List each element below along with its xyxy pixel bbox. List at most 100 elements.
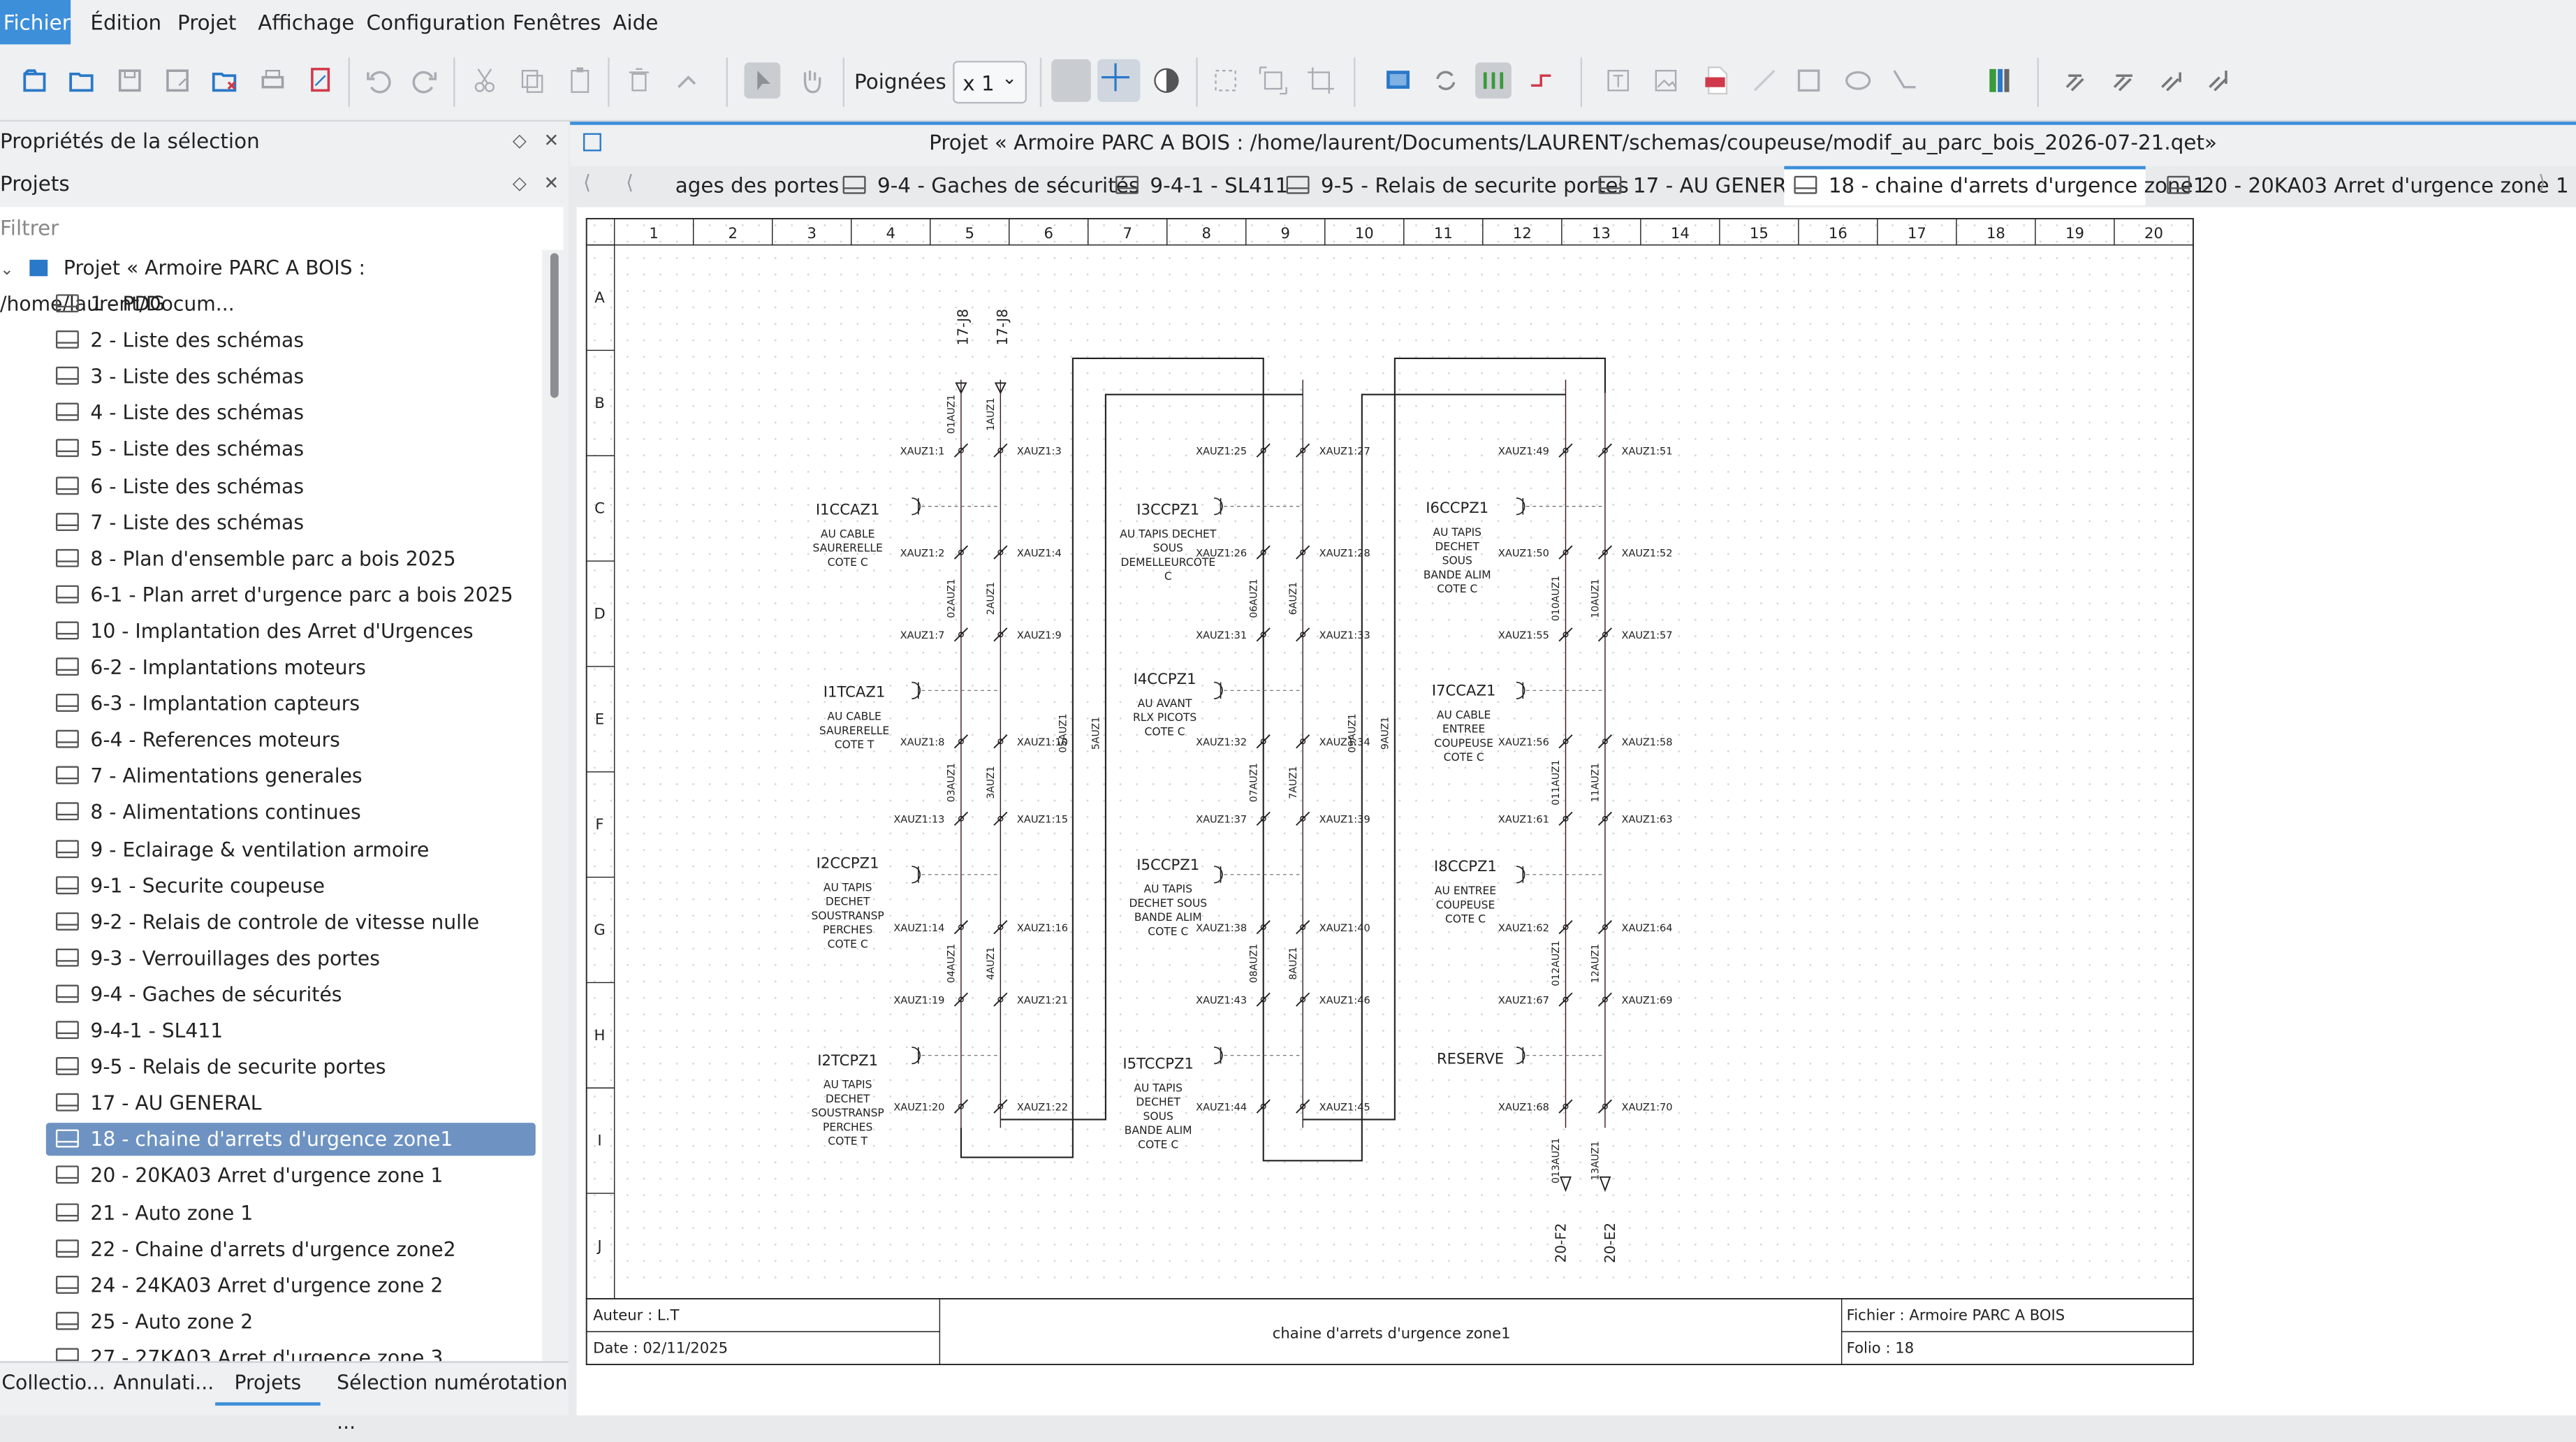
add-polygon-icon[interactable] — [1886, 62, 1922, 99]
select-mode-icon[interactable] — [744, 62, 781, 99]
filter-input[interactable]: Filtrer — [0, 207, 564, 250]
tab-selection-numerotation[interactable]: Sélection numérotation ... — [337, 1363, 569, 1433]
menu-aide[interactable]: Aide — [613, 0, 658, 45]
delete-icon[interactable] — [621, 62, 657, 99]
tree-folio-item[interactable]: 9-3 - Verrouillages des portes — [46, 942, 536, 975]
tree-folio-item[interactable]: 22 - Chaine d'arrets d'urgence zone2 — [46, 1232, 536, 1265]
menu-edition[interactable]: Édition — [90, 0, 161, 45]
tab-folio[interactable]: 9-4 - Gaches de sécurités — [833, 166, 1139, 205]
handles-select[interactable]: x 1 ⌄ — [953, 61, 1027, 104]
tree-project-root[interactable]: ⌄ Projet « Armoire PARC A BOIS : /home/l… — [0, 252, 542, 316]
tree-folio-item[interactable]: 2 - Liste des schémas — [46, 324, 536, 357]
add-image-icon[interactable] — [1648, 62, 1684, 99]
tree-folio-item[interactable]: 6-4 - References moteurs — [46, 724, 536, 757]
copy-icon[interactable] — [514, 62, 550, 99]
add-line-icon[interactable] — [1746, 62, 1783, 99]
tree-folio-item[interactable]: 9 - Eclairage & ventilation armoire — [46, 833, 536, 866]
terminal-strip-icon[interactable] — [1475, 62, 1512, 99]
menu-affichage[interactable]: Affichage — [258, 0, 354, 45]
align-4-icon[interactable] — [2202, 62, 2238, 99]
tab-scroll-left-icon[interactable]: ⟨ — [583, 171, 591, 194]
grid-toggle-icon[interactable] — [1051, 59, 1091, 102]
tree-folio-item[interactable]: 21 - Auto zone 1 — [46, 1196, 536, 1229]
contrast-icon[interactable] — [1148, 62, 1185, 99]
export-pdf-icon[interactable] — [302, 62, 339, 99]
tree-folio-item[interactable]: 9-2 - Relais de controle de vitesse null… — [46, 905, 536, 938]
conductor-icon[interactable] — [1523, 62, 1559, 99]
zoom-fit-icon[interactable] — [1255, 62, 1291, 99]
tab-folio[interactable]: 17 - AU GENERAL — [1588, 166, 1811, 205]
tree-folio-item[interactable]: 20 - 20KA03 Arret d'urgence zone 1 — [46, 1160, 536, 1193]
tree-folio-item[interactable]: 6-3 - Implantation capteurs — [46, 687, 536, 720]
schematic-svg[interactable]: 1 2 3 4 5 6 7 8 9 10 11 12 13 14 15 16 17 18 19 20ABCDEFGHI… — [577, 207, 2576, 1415]
save-icon[interactable] — [112, 62, 148, 99]
tab-folio[interactable]: 9-4-1 - SL411 — [1106, 166, 1288, 205]
close-icon[interactable]: ✕ — [544, 122, 559, 161]
rotate-icon[interactable] — [668, 62, 705, 99]
tree-folio-item[interactable]: 9-1 - Securite coupeuse — [46, 869, 536, 902]
scrollbar-thumb[interactable] — [550, 253, 559, 398]
new-project-icon[interactable] — [17, 62, 53, 99]
tab-collections[interactable]: Collectio... — [1, 1363, 105, 1402]
tree-folio-item[interactable]: 1 - PDG — [46, 288, 536, 321]
tab-folio[interactable]: ages des portes — [675, 166, 840, 205]
tree-folio-item[interactable]: 4 - Liste des schémas — [46, 397, 536, 430]
cut-icon[interactable] — [467, 62, 503, 99]
menu-projet[interactable]: Projet — [177, 0, 236, 45]
tab-annulation[interactable]: Annulati... — [113, 1363, 214, 1402]
tab-folio[interactable]: 9-5 - Relais de securite portes — [1277, 166, 1629, 205]
tree-folio-item[interactable]: 6-1 - Plan arret d'urgence parc a bois 2… — [46, 578, 536, 611]
tab-folio-active[interactable]: 18 - chaine d'arrets d'urgence zone1 — [1784, 166, 2206, 206]
add-ellipse-icon[interactable] — [1840, 62, 1876, 99]
close-project-icon[interactable] — [207, 62, 243, 99]
save-as-icon[interactable] — [159, 62, 196, 99]
zoom-select-icon[interactable] — [1208, 62, 1244, 99]
align-1-icon[interactable] — [2058, 62, 2095, 99]
tree-folio-item[interactable]: 8 - Alimentations continues — [46, 796, 536, 829]
tree-scrollbar[interactable] — [547, 249, 562, 1362]
pdf-icon[interactable] — [1699, 62, 1735, 99]
tree-folio-item[interactable]: 27 - 27KA03 Arret d'urgence zone 3 — [46, 1341, 536, 1362]
schematic-canvas[interactable]: 1 2 3 4 5 6 7 8 9 10 11 12 13 14 15 16 17 18 19 20 A B C D E F G H I… — [576, 207, 2576, 1416]
tab-scroll-left-icon[interactable]: ⟨ — [626, 171, 634, 194]
menu-configuration[interactable]: Configuration — [367, 0, 506, 45]
menu-fenetres[interactable]: Fenêtres — [513, 0, 601, 45]
tree-folio-item[interactable]: 5 - Liste des schémas — [46, 433, 536, 466]
paste-icon[interactable] — [562, 62, 598, 99]
add-folio-icon[interactable] — [1380, 62, 1417, 99]
tree-folio-item[interactable]: 9-4-1 - SL411 — [46, 1014, 536, 1047]
align-3-icon[interactable] — [2154, 62, 2190, 99]
undo-icon[interactable] — [360, 62, 396, 99]
tree-folio-item[interactable]: 25 - Auto zone 2 — [46, 1305, 536, 1338]
redo-icon[interactable] — [407, 62, 444, 99]
zoom-reset-icon[interactable] — [1303, 62, 1339, 99]
tree-folio-item[interactable]: 9-4 - Gaches de sécurités — [46, 978, 536, 1011]
float-icon[interactable]: ◇ — [513, 164, 527, 203]
float-icon[interactable]: ◇ — [513, 122, 527, 161]
tree-folio-item[interactable]: 6-2 - Implantations moteurs — [46, 651, 536, 684]
expand-icon[interactable]: ⌄ — [0, 255, 17, 288]
tree-folio-item[interactable]: 18 - chaine d'arrets d'urgence zone1 — [45, 1123, 536, 1156]
tree-folio-item[interactable]: 6 - Liste des schémas — [46, 469, 536, 502]
tree-folio-item[interactable]: 17 - AU GENERAL — [46, 1087, 536, 1120]
tree-folio-item[interactable]: 24 - 24KA03 Arret d'urgence zone 2 — [46, 1269, 536, 1302]
tree-folio-item[interactable]: 9-5 - Relais de securite portes — [46, 1051, 536, 1084]
tab-folio[interactable]: 20 - 20KA03 Arret d'urgence zone 1 — [2157, 166, 2569, 205]
tree-folio-item[interactable]: 7 - Alimentations generales — [46, 760, 536, 793]
pan-mode-icon[interactable] — [793, 62, 830, 99]
add-text-icon[interactable] — [1600, 62, 1637, 99]
menu-fichier[interactable]: Fichier — [0, 0, 71, 45]
close-icon[interactable]: ✕ — [544, 164, 559, 203]
align-2-icon[interactable] — [2106, 62, 2142, 99]
open-project-icon[interactable] — [64, 62, 101, 99]
print-icon[interactable] — [255, 62, 291, 99]
tree-folio-item[interactable]: 8 - Plan d'ensemble parc a bois 2025 — [46, 542, 536, 575]
tab-scroll-right-icon[interactable]: ⟩ — [2538, 171, 2546, 194]
terminal-editor-icon[interactable] — [1982, 62, 2018, 99]
tree-folio-item[interactable]: 3 - Liste des schémas — [46, 360, 536, 393]
crosshair-icon[interactable] — [1097, 59, 1141, 102]
refresh-icon[interactable] — [1428, 62, 1464, 99]
tree-folio-item[interactable]: 7 - Liste des schémas — [46, 506, 536, 539]
tab-projets[interactable]: Projets — [215, 1363, 321, 1406]
add-rectangle-icon[interactable] — [1791, 62, 1827, 99]
